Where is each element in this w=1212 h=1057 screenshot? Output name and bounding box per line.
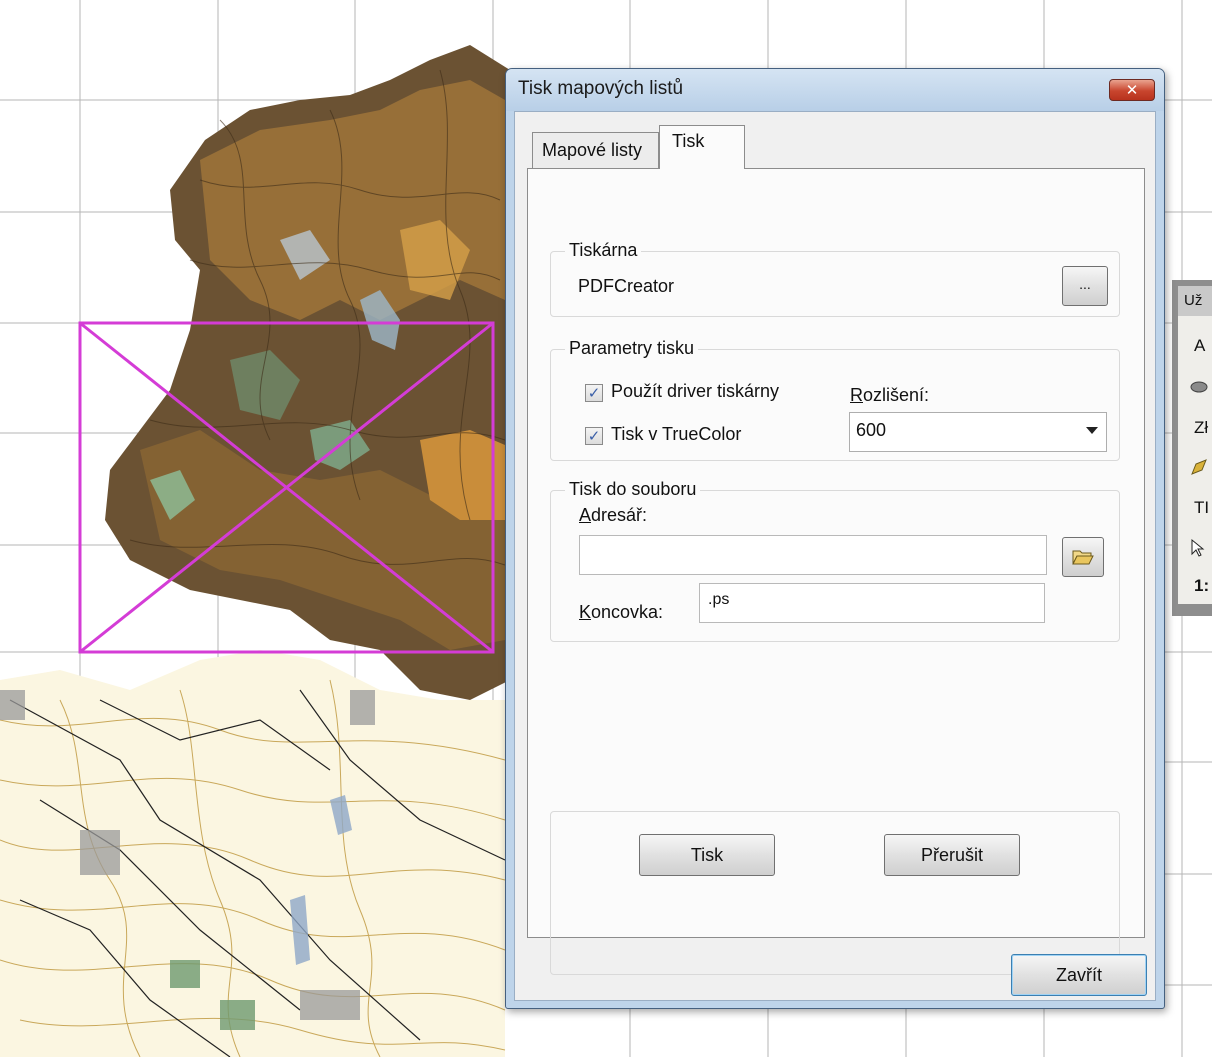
print-tab-page: Tiskárna PDFCreator ... Parametry tisku … xyxy=(527,168,1145,975)
side-toolbar-panel: Už A Zł TI 1: xyxy=(1172,280,1212,616)
action-buttons-group: Tisk Přerušit xyxy=(550,811,1120,975)
printer-name: PDFCreator xyxy=(578,276,675,296)
resolution-label: Rozlišení: xyxy=(850,385,930,405)
tab-map-sheets-label: Mapové listy xyxy=(542,140,643,160)
close-dialog-button[interactable]: Zavřít xyxy=(1011,954,1147,996)
use-driver-checkbox[interactable]: ✓ xyxy=(585,384,603,402)
print-button[interactable]: Tisk xyxy=(639,834,775,876)
print-params-group-label: Parametry tisku xyxy=(565,338,699,359)
extension-label: Koncovka: xyxy=(579,602,664,622)
abort-button[interactable]: Přerušit xyxy=(884,834,1020,876)
tab-print[interactable]: Tisk xyxy=(659,125,745,169)
map-region-contours xyxy=(0,650,506,1057)
folder-open-icon xyxy=(1072,550,1094,565)
print-to-file-group-label: Tisk do souboru xyxy=(565,479,701,500)
print-map-sheets-dialog: Tisk mapových listů ✕ Mapové listy Tisk … xyxy=(505,68,1165,1009)
side-panel-row-1[interactable]: A xyxy=(1194,336,1205,356)
layer-icon[interactable] xyxy=(1190,379,1208,399)
close-dialog-button-label: Zavřít xyxy=(1055,965,1102,985)
side-panel-row-5[interactable]: TI xyxy=(1194,498,1209,518)
print-to-file-group: Tisk do souboru Adresář: Koncovka: .ps xyxy=(550,479,1120,642)
truecolor-label: Tisk v TrueColor xyxy=(611,424,742,444)
side-panel-header: Už xyxy=(1178,286,1212,316)
directory-label: Adresář: xyxy=(579,505,648,525)
print-params-group: Parametry tisku ✓ Použít driver tiskárny… xyxy=(550,338,1120,461)
use-driver-label: Použít driver tiskárny xyxy=(611,381,780,401)
dialog-title: Tisk mapových listů xyxy=(518,78,684,99)
pencil-icon[interactable] xyxy=(1190,458,1208,481)
close-window-button[interactable]: ✕ xyxy=(1109,79,1155,101)
resolution-select[interactable]: 600 xyxy=(849,412,1107,452)
browse-printer-label: ... xyxy=(1079,276,1091,292)
side-panel-row-3[interactable]: Zł xyxy=(1194,418,1208,438)
extension-input[interactable]: .ps xyxy=(699,583,1045,623)
close-icon: ✕ xyxy=(1125,81,1139,99)
dialog-client-area: Mapové listy Tisk Tiskárna PDFCreator ..… xyxy=(514,111,1156,1001)
browse-printer-button[interactable]: ... xyxy=(1062,266,1108,306)
side-panel-row-7[interactable]: 1: xyxy=(1194,576,1209,596)
truecolor-checkbox[interactable]: ✓ xyxy=(585,427,603,445)
extension-value: .ps xyxy=(708,591,730,608)
print-button-label: Tisk xyxy=(690,845,724,865)
resolution-value: 600 xyxy=(856,420,887,440)
chevron-down-icon xyxy=(1086,427,1098,434)
pointer-icon[interactable] xyxy=(1190,538,1206,563)
abort-button-label: Přerušit xyxy=(920,845,983,865)
printer-group-label: Tiskárna xyxy=(565,240,642,261)
directory-input[interactable] xyxy=(579,535,1047,575)
browse-folder-button[interactable] xyxy=(1062,537,1104,577)
printer-group: Tiskárna PDFCreator ... xyxy=(550,240,1120,317)
dialog-titlebar[interactable]: Tisk mapových listů ✕ xyxy=(506,69,1164,111)
tab-print-label: Tisk xyxy=(672,131,705,151)
tab-map-sheets[interactable]: Mapové listy xyxy=(532,132,659,168)
